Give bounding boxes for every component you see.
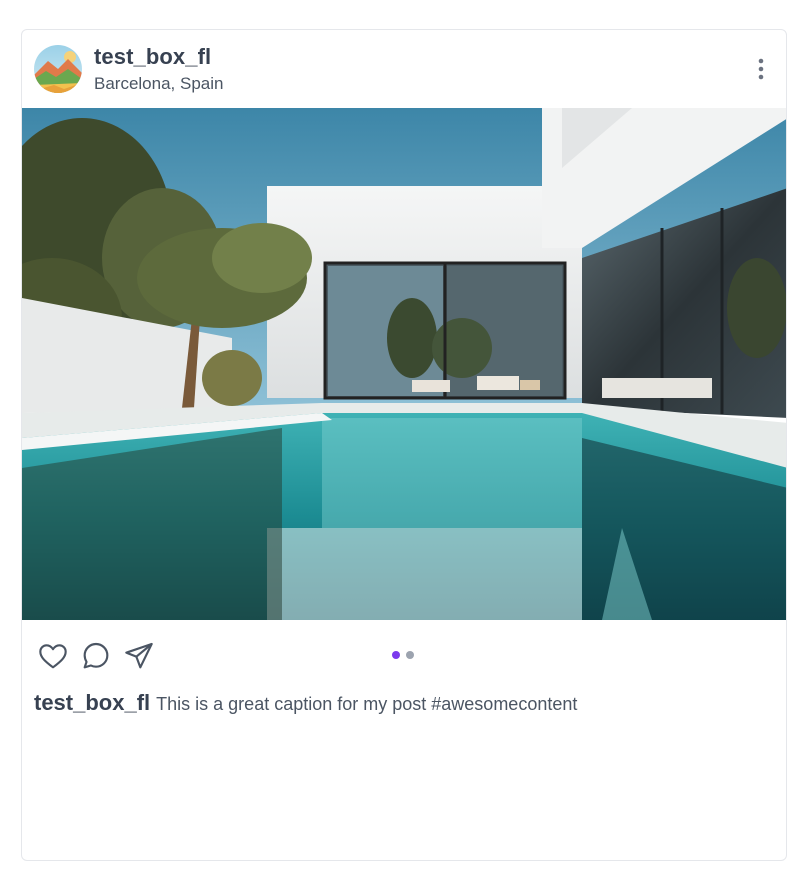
more-vertical-icon bbox=[758, 58, 764, 80]
heart-icon bbox=[39, 644, 67, 669]
like-button[interactable] bbox=[37, 640, 69, 672]
post-username[interactable]: test_box_fl bbox=[94, 44, 211, 70]
caption-text: This is a great caption for my post #awe… bbox=[156, 694, 578, 714]
carousel-dot-active[interactable] bbox=[392, 651, 400, 659]
avatar[interactable] bbox=[34, 45, 82, 93]
post-image[interactable] bbox=[22, 108, 786, 620]
avatar-image bbox=[34, 45, 82, 93]
comment-button[interactable] bbox=[80, 640, 112, 672]
post-caption: test_box_fl This is a great caption for m… bbox=[34, 690, 774, 716]
send-icon bbox=[125, 642, 153, 669]
post-card: test_box_fl Barcelona, Spain test_box_fl… bbox=[21, 29, 787, 861]
more-options-button[interactable] bbox=[750, 54, 772, 84]
share-button[interactable] bbox=[123, 640, 155, 672]
post-actions bbox=[22, 630, 786, 680]
post-header: test_box_fl Barcelona, Spain bbox=[22, 30, 786, 108]
carousel-indicator bbox=[392, 651, 414, 659]
pool-house-photo bbox=[22, 108, 786, 620]
comment-bubble-icon bbox=[83, 642, 109, 669]
post-location[interactable]: Barcelona, Spain bbox=[94, 74, 223, 94]
caption-username[interactable]: test_box_fl bbox=[34, 690, 150, 715]
carousel-dot[interactable] bbox=[406, 651, 414, 659]
